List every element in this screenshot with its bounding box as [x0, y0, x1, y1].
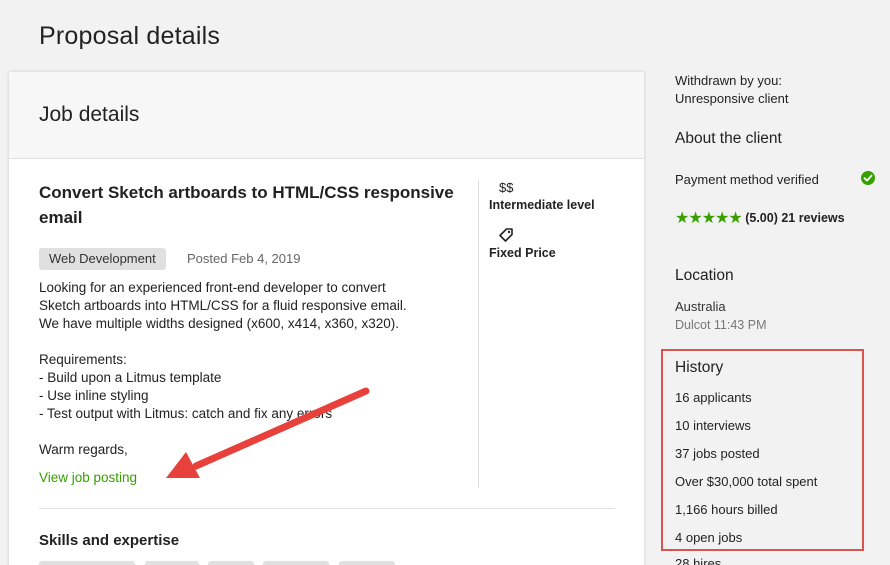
annotation-arrow: [166, 387, 370, 478]
